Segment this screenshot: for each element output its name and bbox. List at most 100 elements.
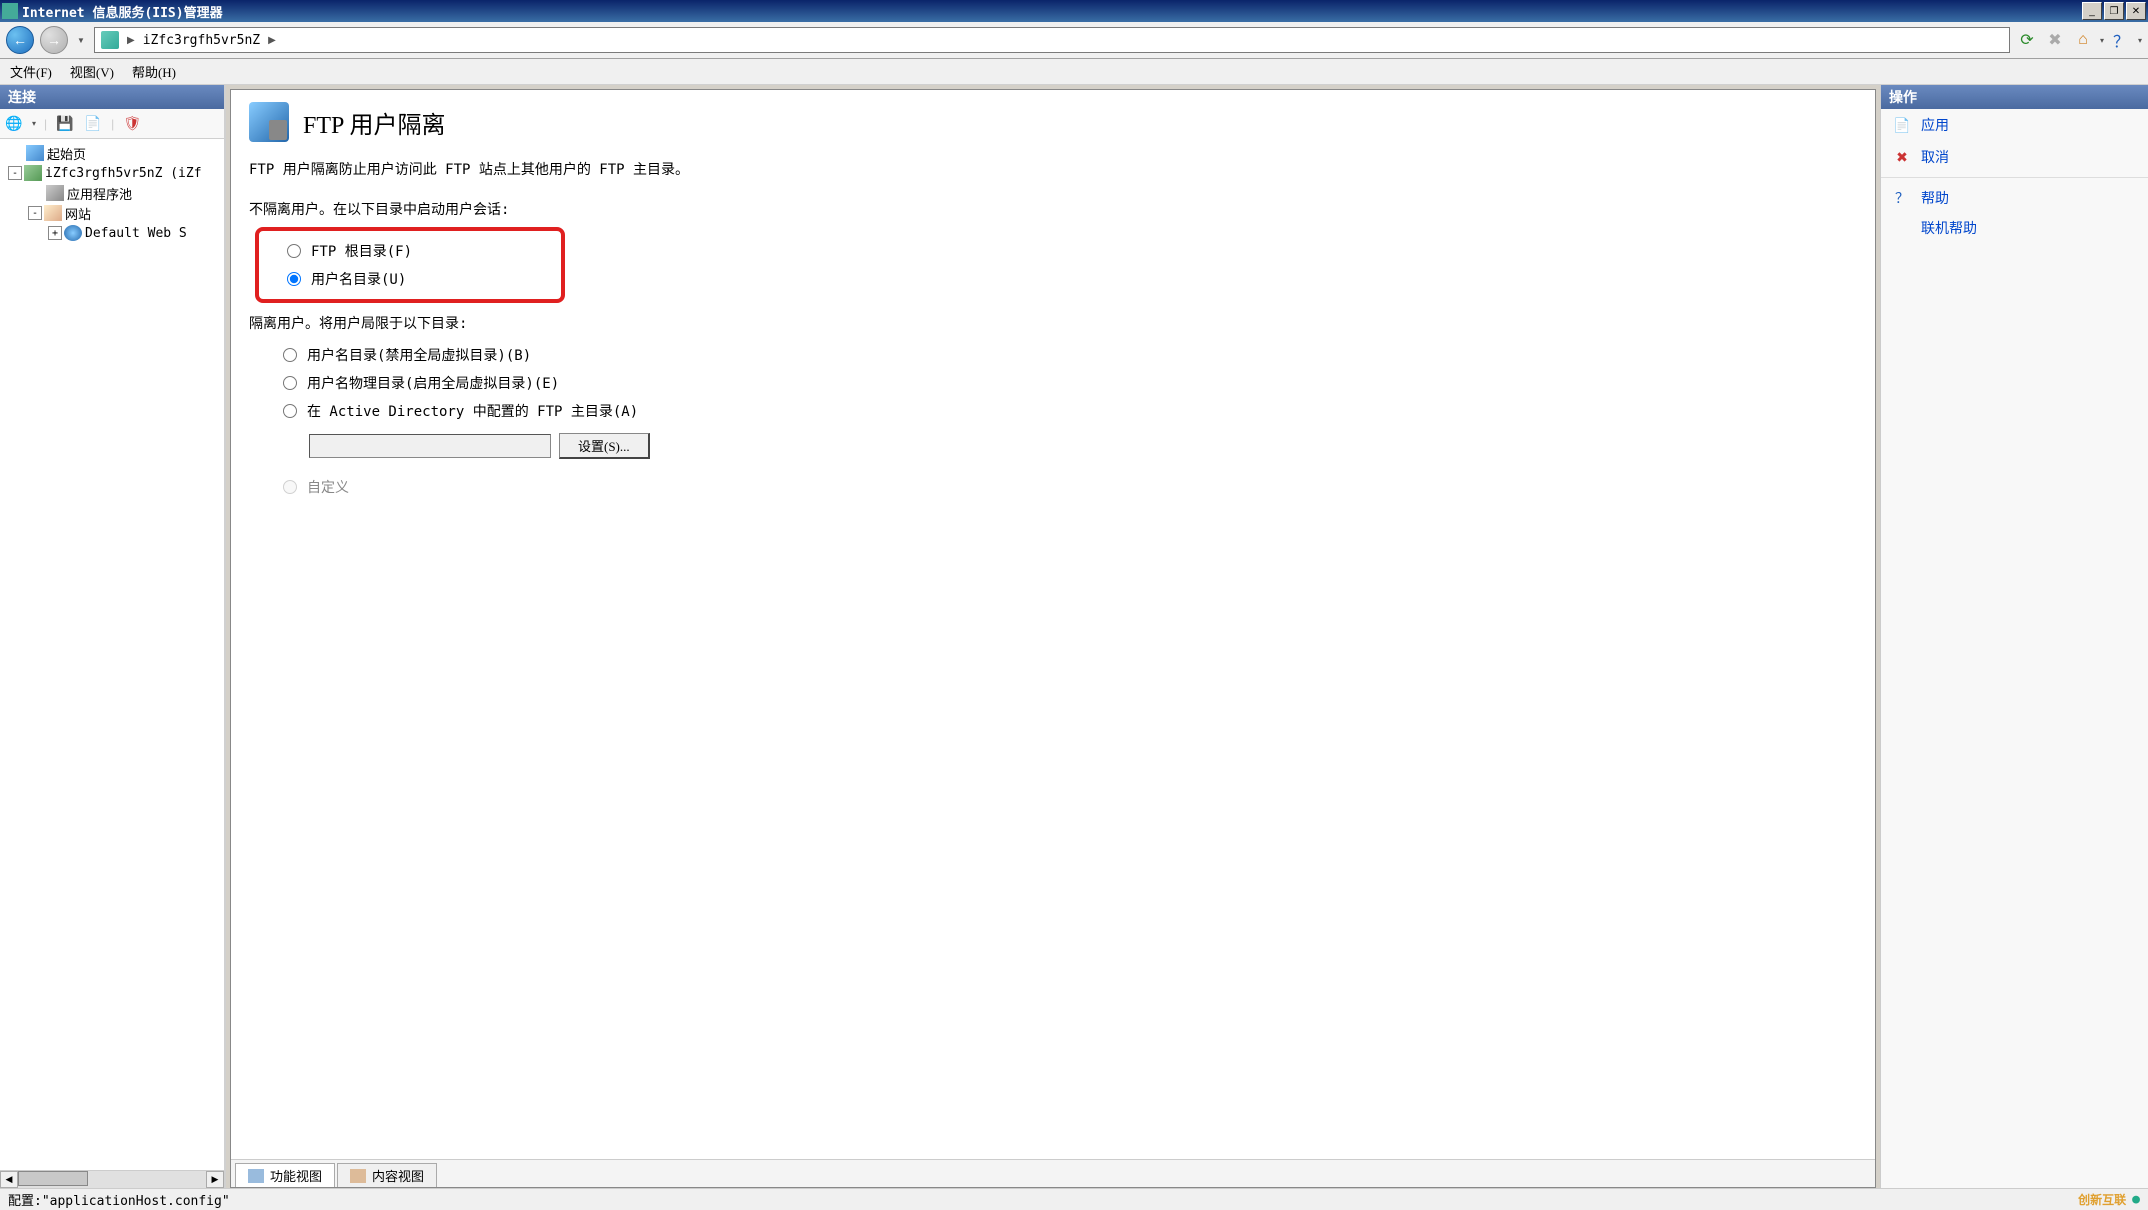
home-icon[interactable]: ⌂: [2072, 29, 2094, 51]
tab-content-view[interactable]: 内容视图: [337, 1163, 437, 1187]
radio-username-dir[interactable]: 用户名目录(U): [287, 265, 553, 293]
main-container: 连接 🌐 ▾ | 💾 📄 | 🛡 起始页 - iZfc3rgfh5vr5nZ (…: [0, 85, 2148, 1188]
radio-label: FTP 根目录(F): [311, 241, 412, 261]
tree-sites[interactable]: - 网站: [2, 203, 222, 223]
back-arrow-icon: ←: [13, 32, 27, 48]
radio-label: 用户名目录(禁用全局虚拟目录)(B): [307, 345, 531, 365]
tree-app-pool[interactable]: 应用程序池: [2, 183, 222, 203]
apply-icon: 📄: [1893, 116, 1911, 134]
ftp-isolation-icon: [249, 102, 289, 142]
radio-input[interactable]: [287, 272, 301, 286]
cancel-icon: ✖: [1893, 148, 1911, 166]
tree-label: Default Web S: [85, 226, 187, 241]
close-button[interactable]: ✕: [2126, 2, 2146, 20]
radio-input: [283, 480, 297, 494]
status-text: 配置:"applicationHost.config": [8, 1190, 230, 1209]
chevron-right-icon: ▶: [268, 35, 276, 46]
radio-ftp-root[interactable]: FTP 根目录(F): [287, 237, 553, 265]
radio-input[interactable]: [287, 244, 301, 258]
tree-label: iZfc3rgfh5vr5nZ (iZf: [45, 166, 202, 181]
forward-arrow-icon: →: [47, 32, 61, 48]
expand-icon[interactable]: +: [48, 226, 62, 240]
scroll-right-button[interactable]: ▶: [206, 1171, 224, 1188]
nav-history-dropdown[interactable]: ▼: [74, 26, 88, 54]
folder-icon[interactable]: 📄: [83, 114, 103, 134]
tree-label: 应用程序池: [67, 184, 132, 203]
connect-icon[interactable]: 🌐: [4, 114, 24, 134]
content-area: FTP 用户隔离 FTP 用户隔离防止用户访问此 FTP 站点上其他用户的 FT…: [231, 90, 1875, 1159]
refresh-icon[interactable]: ⟳: [2016, 29, 2038, 51]
menubar: 文件(F) 视图(V) 帮助(H): [0, 59, 2148, 85]
horizontal-scrollbar[interactable]: ◀ ▶: [0, 1170, 224, 1188]
content-icon: [350, 1169, 366, 1183]
address-server: iZfc3rgfh5vr5nZ: [143, 33, 260, 48]
collapse-icon[interactable]: -: [28, 206, 42, 220]
scroll-left-button[interactable]: ◀: [0, 1171, 18, 1188]
status-icon: ●: [2132, 1192, 2140, 1207]
action-label: 取消: [1921, 147, 1949, 167]
home-icon: [26, 145, 44, 161]
tree-default-site[interactable]: + Default Web S: [2, 223, 222, 243]
connections-toolbar: 🌐 ▾ | 💾 📄 | 🛡: [0, 109, 224, 139]
content-panel: FTP 用户隔离 FTP 用户隔离防止用户访问此 FTP 站点上其他用户的 FT…: [230, 89, 1876, 1188]
tab-label: 功能视图: [270, 1166, 322, 1185]
menu-view[interactable]: 视图(V): [70, 62, 114, 81]
folder-icon: [44, 205, 62, 221]
forward-button[interactable]: →: [40, 26, 68, 54]
address-bar[interactable]: ▶ iZfc3rgfh5vr5nZ ▶: [94, 27, 2010, 53]
help-icon[interactable]: ？: [2110, 29, 2132, 51]
radio-input[interactable]: [283, 376, 297, 390]
menu-help[interactable]: 帮助(H): [132, 62, 176, 81]
tree-server[interactable]: - iZfc3rgfh5vr5nZ (iZf: [2, 163, 222, 183]
stop-icon[interactable]: ✖: [2044, 29, 2066, 51]
save-icon[interactable]: 💾: [55, 114, 75, 134]
collapse-icon[interactable]: -: [8, 166, 22, 180]
description-text: FTP 用户隔离防止用户访问此 FTP 站点上其他用户的 FTP 主目录。: [249, 160, 1857, 181]
globe-icon: [64, 225, 82, 241]
section-noisolate: 不隔离用户。在以下目录中启动用户会话:: [249, 199, 1857, 219]
action-label: 帮助: [1921, 188, 1949, 208]
action-help[interactable]: ？ 帮助: [1881, 182, 2148, 214]
connections-tree: 起始页 - iZfc3rgfh5vr5nZ (iZf 应用程序池 - 网站: [0, 139, 224, 1170]
scroll-thumb[interactable]: [18, 1171, 88, 1186]
shield-icon[interactable]: 🛡: [122, 114, 142, 134]
action-label: 联机帮助: [1921, 220, 1977, 236]
minimize-button[interactable]: _: [2082, 2, 2102, 20]
radio-username-novirtual[interactable]: 用户名目录(禁用全局虚拟目录)(B): [283, 341, 1857, 369]
radio-label: 在 Active Directory 中配置的 FTP 主目录(A): [307, 401, 638, 421]
radio-input[interactable]: [283, 404, 297, 418]
menu-file[interactable]: 文件(F): [10, 62, 52, 81]
action-apply[interactable]: 📄 应用: [1881, 109, 2148, 141]
server-icon: [101, 31, 119, 49]
app-icon: [2, 3, 18, 19]
tab-label: 内容视图: [372, 1166, 424, 1185]
titlebar-text: Internet 信息服务(IIS)管理器: [22, 2, 2080, 21]
radio-input[interactable]: [283, 348, 297, 362]
titlebar: Internet 信息服务(IIS)管理器 _ ❐ ✕: [0, 0, 2148, 22]
statusbar: 配置:"applicationHost.config" 创新互联 ●: [0, 1188, 2148, 1210]
page-title: FTP 用户隔离: [303, 105, 445, 140]
back-button[interactable]: ←: [6, 26, 34, 54]
radio-label: 自定义: [307, 477, 349, 497]
tab-features-view[interactable]: 功能视图: [235, 1163, 335, 1187]
chevron-right-icon: ▶: [127, 35, 135, 46]
tree-start-page[interactable]: 起始页: [2, 143, 222, 163]
radio-custom: 自定义: [283, 473, 1857, 501]
radio-label: 用户名目录(U): [311, 269, 406, 289]
ad-path-input: [309, 434, 551, 458]
view-tabs: 功能视图 内容视图: [231, 1159, 1875, 1187]
tree-label: 起始页: [47, 144, 86, 163]
highlight-box: FTP 根目录(F) 用户名目录(U): [255, 227, 565, 303]
set-button[interactable]: 设置(S)...: [559, 433, 650, 459]
connections-panel: 连接 🌐 ▾ | 💾 📄 | 🛡 起始页 - iZfc3rgfh5vr5nZ (…: [0, 85, 226, 1188]
tree-label: 网站: [65, 204, 91, 223]
help-icon: ？: [1893, 189, 1911, 207]
features-icon: [248, 1169, 264, 1183]
maximize-button[interactable]: ❐: [2104, 2, 2124, 20]
watermark: 创新互联: [2078, 1191, 2126, 1208]
section-isolate: 隔离用户。将用户局限于以下目录:: [249, 313, 1857, 333]
action-online-help[interactable]: 联机帮助: [1881, 214, 2148, 242]
radio-active-directory[interactable]: 在 Active Directory 中配置的 FTP 主目录(A): [283, 397, 1857, 425]
radio-username-physical[interactable]: 用户名物理目录(启用全局虚拟目录)(E): [283, 369, 1857, 397]
action-cancel[interactable]: ✖ 取消: [1881, 141, 2148, 173]
